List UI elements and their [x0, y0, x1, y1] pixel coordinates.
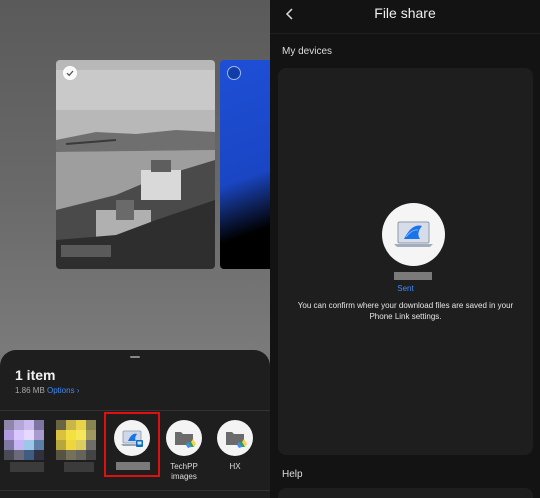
selected-photo-thumbnail[interactable] [56, 60, 215, 269]
section-title-my-devices: My devices [282, 46, 333, 57]
help-card[interactable] [278, 488, 533, 498]
share-screen: 1 item 1.86 MB Options › TechPP images H… [0, 0, 270, 498]
confirm-message: You can confirm where your download file… [297, 301, 514, 321]
unselected-photo-thumbnail[interactable] [220, 60, 270, 269]
folder-drive-icon [217, 420, 253, 456]
drag-handle[interactable] [130, 356, 140, 358]
selected-check-icon[interactable] [63, 66, 77, 80]
divider [270, 33, 540, 34]
file-share-screen: File share My devices Sent You can confi… [270, 0, 540, 498]
target-label: TechPP images [170, 462, 198, 481]
device-card: Sent You can confirm where your download… [278, 68, 533, 455]
status-sent: Sent [397, 284, 414, 293]
redacted-device-name [394, 272, 432, 280]
techpp-images-target[interactable]: TechPP images [164, 420, 204, 482]
divider [0, 490, 270, 491]
item-count: 1 item [15, 367, 56, 383]
item-size: 1.86 MB [15, 386, 45, 395]
laptop-icon [382, 203, 445, 266]
options-link[interactable]: Options › [47, 386, 79, 395]
blurred-contact-tile[interactable] [4, 420, 48, 478]
section-title-help: Help [282, 469, 303, 480]
divider [0, 410, 270, 411]
share-sheet: 1 item 1.86 MB Options › TechPP images H… [0, 350, 270, 498]
target-label: HX [229, 462, 241, 471]
page-title: File share [374, 5, 436, 21]
blurred-contact-tile[interactable] [56, 420, 100, 478]
hx-target[interactable]: HX [215, 420, 255, 472]
folder-drive-icon [166, 420, 202, 456]
unselected-radio-icon[interactable] [227, 66, 241, 80]
highlight-box [104, 412, 160, 477]
